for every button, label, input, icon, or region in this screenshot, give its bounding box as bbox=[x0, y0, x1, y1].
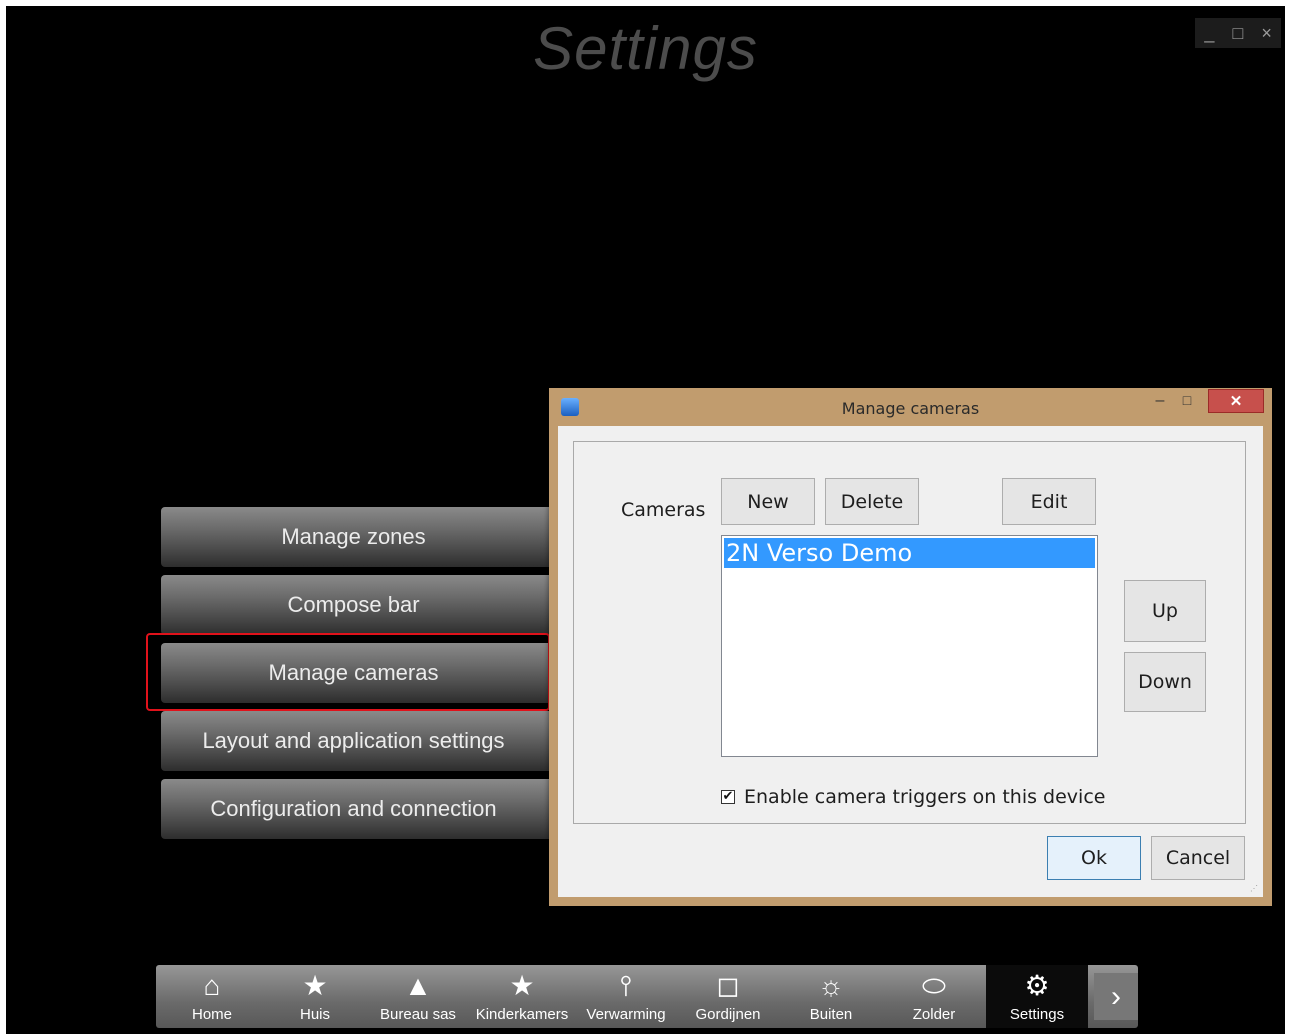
close-button[interactable]: ✕ bbox=[1208, 389, 1264, 413]
nav-item-zolder[interactable]: ⬭ Zolder bbox=[890, 965, 978, 1028]
nav-label: Settings bbox=[1009, 1006, 1065, 1023]
ring-icon: ⬭ bbox=[922, 970, 946, 1001]
down-button[interactable]: Down bbox=[1124, 652, 1206, 712]
delete-button[interactable]: Delete bbox=[825, 478, 919, 525]
nav-item-buiten[interactable]: ☼ Buiten bbox=[787, 965, 875, 1028]
configuration-button[interactable]: Configuration and connection bbox=[161, 779, 581, 839]
star-icon: ★ bbox=[302, 970, 328, 1001]
maximize-icon[interactable]: □ bbox=[1227, 23, 1249, 44]
nav-label: Bureau sas bbox=[380, 1006, 456, 1023]
cameras-label: Cameras bbox=[621, 499, 706, 521]
list-item[interactable]: 2N Verso Demo bbox=[724, 538, 1095, 568]
nav-label: Buiten bbox=[809, 1006, 853, 1023]
new-button[interactable]: New bbox=[721, 478, 815, 525]
edit-button[interactable]: Edit bbox=[1002, 478, 1096, 525]
enable-triggers-checkbox[interactable]: ✔ bbox=[721, 790, 735, 804]
nav-label: Kinderkamers bbox=[475, 1006, 569, 1023]
nav-item-verwarming[interactable]: ⫯ Verwarming bbox=[582, 965, 670, 1028]
dialog-body: Cameras New Delete Edit 2N Verso Demo Up… bbox=[558, 426, 1263, 897]
thermometer-icon: ⫯ bbox=[619, 970, 633, 1001]
resize-grip-icon[interactable]: ⋰ bbox=[1250, 884, 1260, 894]
nav-label: Home bbox=[191, 1006, 232, 1023]
nav-label: Gordijnen bbox=[695, 1006, 761, 1023]
camera-list[interactable]: 2N Verso Demo bbox=[721, 535, 1098, 757]
nav-label: Zolder bbox=[912, 1006, 956, 1023]
chevron-right-icon[interactable]: › bbox=[1094, 973, 1138, 1020]
highlight-box bbox=[146, 633, 550, 711]
page-title: Settings bbox=[533, 15, 758, 82]
gear-icon: ⚙ bbox=[1024, 970, 1050, 1001]
minimize-icon[interactable]: _ bbox=[1198, 23, 1220, 44]
bottom-navbar: ⌂ Home ★ Huis ▲ Bureau sas ★ Kinderkamer… bbox=[156, 965, 1138, 1028]
sun-icon: ☼ bbox=[818, 970, 844, 1001]
nav-item-kinderkamers[interactable]: ★ Kinderkamers bbox=[474, 965, 570, 1028]
manage-cameras-dialog: Manage cameras – □ ✕ Cameras New Delete … bbox=[549, 388, 1272, 906]
nav-item-bureau-sas[interactable]: ▲ Bureau sas bbox=[374, 965, 462, 1028]
manage-zones-button[interactable]: Manage zones bbox=[161, 507, 581, 567]
layout-settings-button[interactable]: Layout and application settings bbox=[161, 711, 581, 771]
nav-label: Huis bbox=[299, 1006, 330, 1023]
nav-label: Verwarming bbox=[586, 1006, 666, 1023]
home-icon: ⌂ bbox=[203, 970, 221, 1001]
close-icon[interactable]: × bbox=[1256, 23, 1278, 44]
ok-button[interactable]: Ok bbox=[1047, 836, 1141, 880]
window-controls: _ □ × bbox=[1195, 18, 1281, 48]
star-icon: ★ bbox=[509, 970, 535, 1001]
enable-triggers-row[interactable]: ✔ Enable camera triggers on this device bbox=[721, 786, 1105, 808]
nav-item-home[interactable]: ⌂ Home bbox=[168, 965, 256, 1028]
minimize-icon[interactable]: – bbox=[1149, 392, 1171, 414]
compose-bar-button[interactable]: Compose bar bbox=[161, 575, 581, 635]
curtain-icon: ◻ bbox=[716, 970, 740, 1001]
person-icon: ▲ bbox=[404, 970, 432, 1001]
nav-item-huis[interactable]: ★ Huis bbox=[271, 965, 359, 1028]
nav-item-gordijnen[interactable]: ◻ Gordijnen bbox=[684, 965, 772, 1028]
maximize-icon[interactable]: □ bbox=[1176, 392, 1198, 414]
cameras-group: Cameras New Delete Edit 2N Verso Demo Up… bbox=[573, 441, 1246, 824]
enable-triggers-label: Enable camera triggers on this device bbox=[744, 786, 1106, 808]
nav-item-settings[interactable]: ⚙ Settings bbox=[986, 965, 1088, 1028]
cancel-button[interactable]: Cancel bbox=[1151, 836, 1245, 880]
up-button[interactable]: Up bbox=[1124, 580, 1206, 642]
